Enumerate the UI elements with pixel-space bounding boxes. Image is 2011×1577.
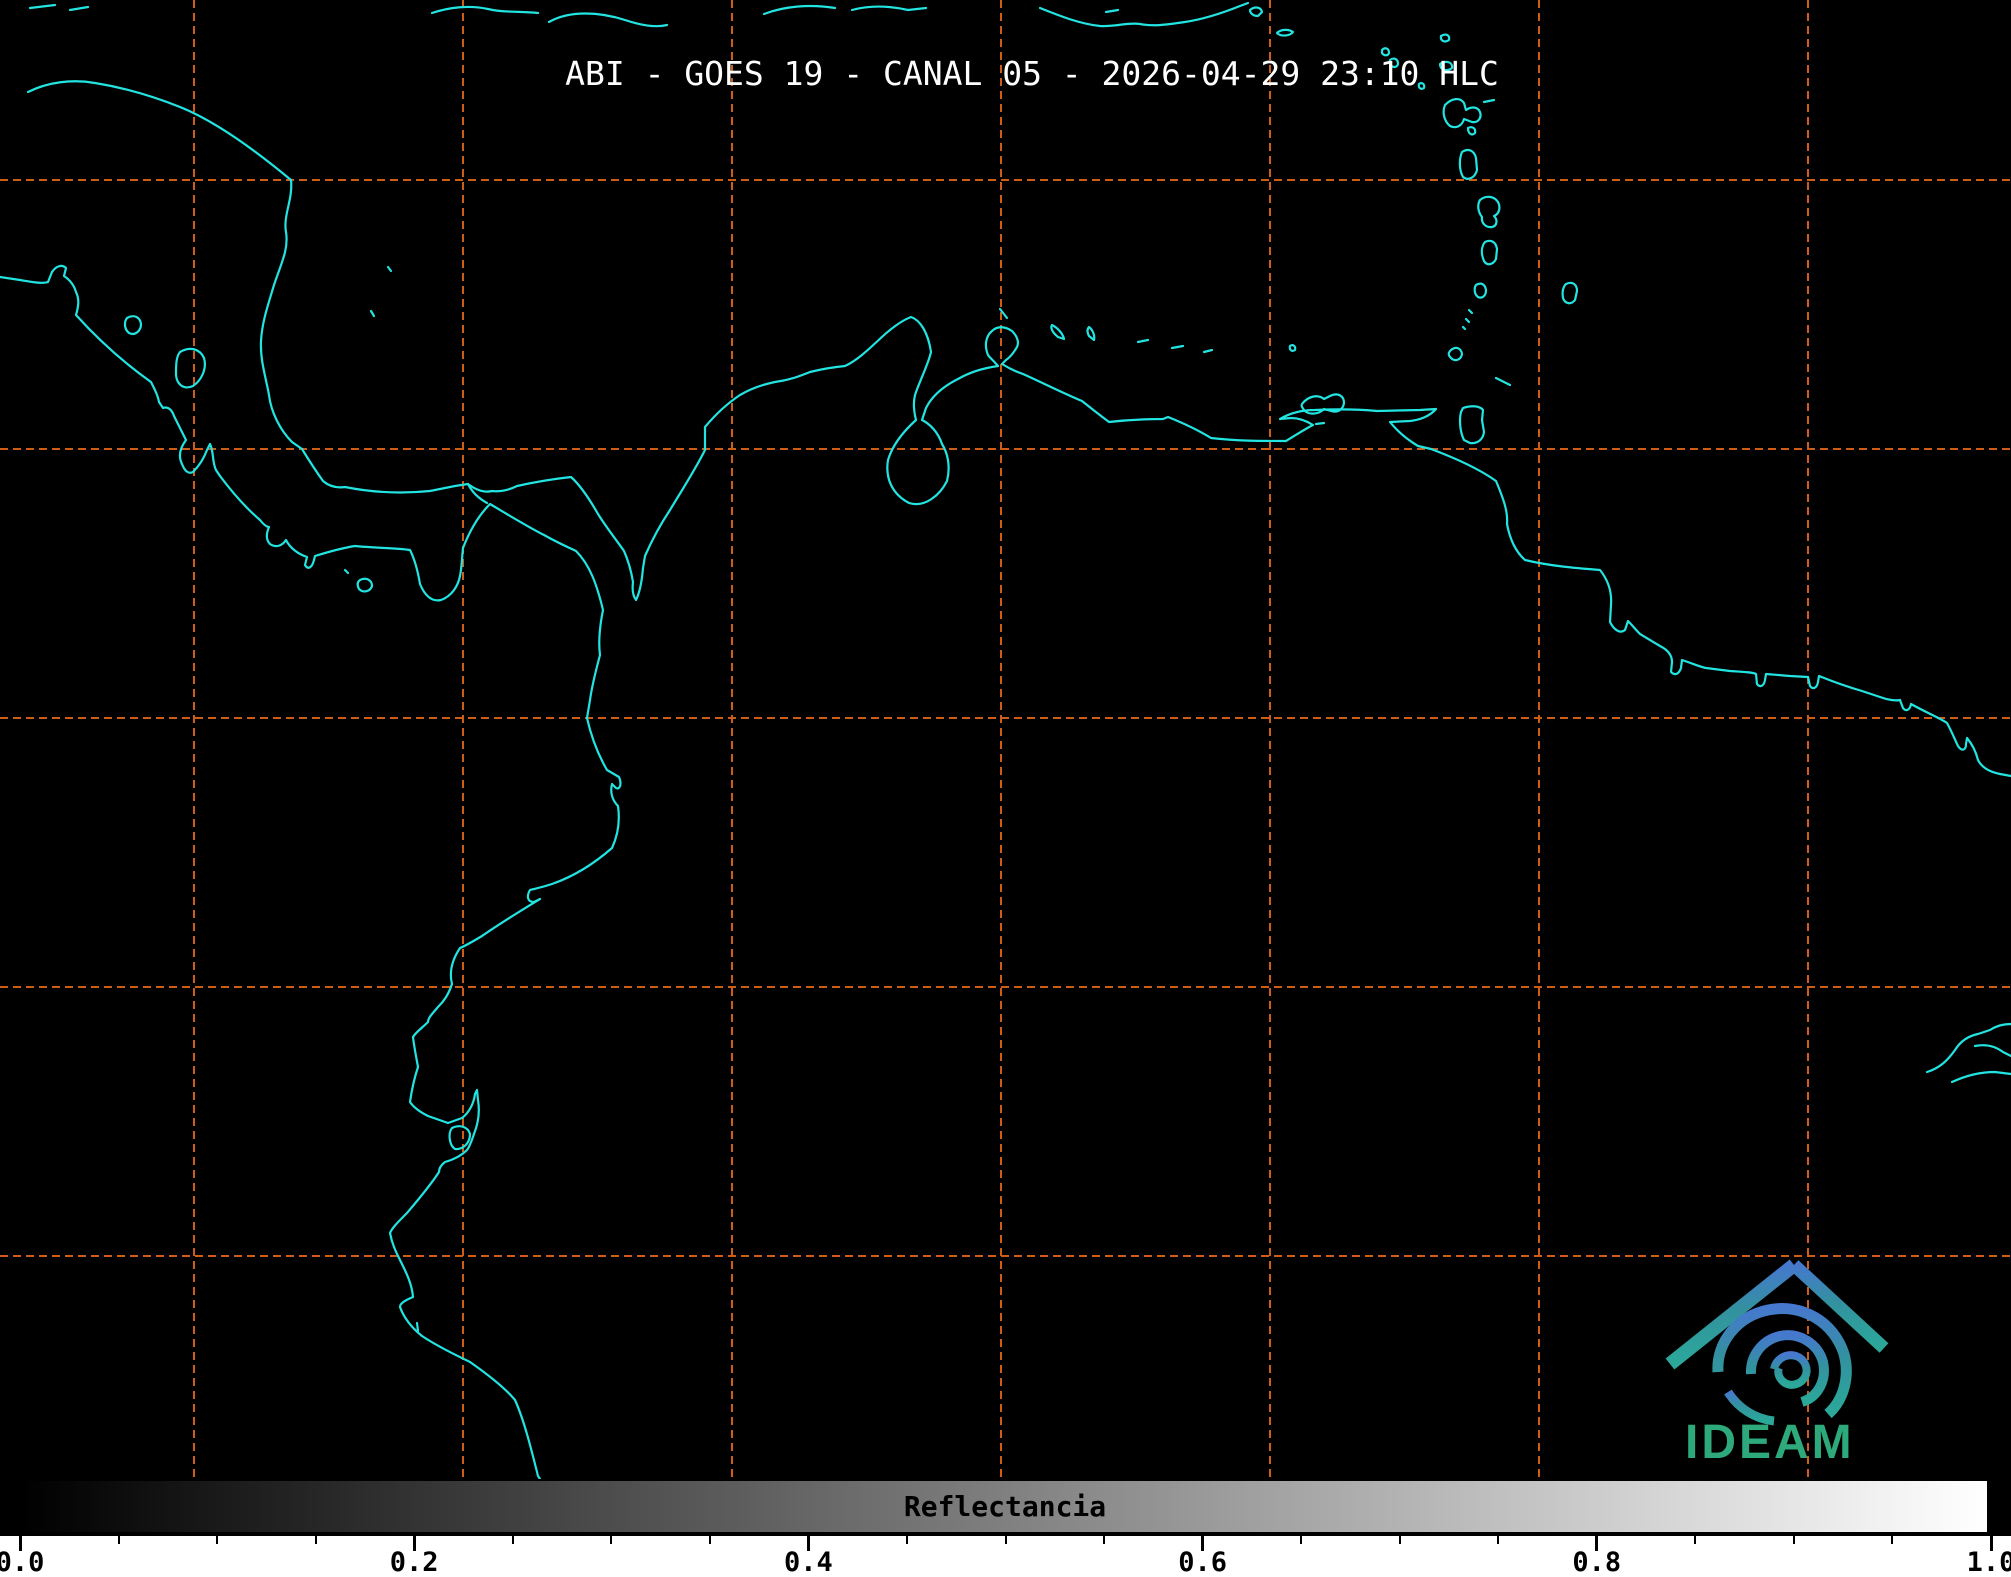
colorbar-tick-label: 0.8: [1572, 1547, 1621, 1577]
coastline-pacific: [0, 266, 620, 1479]
colorbar-minor-tick: [610, 1536, 612, 1544]
logo-swirl-middle: [1751, 1335, 1824, 1402]
island-marie-galante: [1468, 127, 1475, 134]
colorbar-minor-tick: [315, 1536, 317, 1544]
logo-mountain-left-stroke: [1670, 1265, 1794, 1364]
colorbar-label: Reflectancia: [904, 1490, 1106, 1523]
colorbar-minor-tick: [1793, 1536, 1795, 1544]
lake-managua: [125, 316, 141, 334]
island-providencia: [388, 267, 391, 271]
island-curacao: [1051, 325, 1064, 339]
colorbar-minor-tick: [1694, 1536, 1696, 1544]
lake-nicaragua: [176, 349, 205, 388]
coast-amazon-mouth: [1927, 1024, 2011, 1082]
islands-los-roques: [1138, 340, 1212, 352]
island-coiba: [345, 570, 372, 591]
island-st-lucia: [1482, 241, 1497, 264]
coast-hispaniola: [764, 6, 926, 14]
product-title: ABI - GOES 19 - CANAL 05 - 2026-04-29 23…: [565, 54, 1499, 93]
coast-puerto-rico: [1040, 3, 1248, 26]
island-trinidad: [1460, 406, 1484, 443]
ideam-logo-text: IDEAM: [1685, 1416, 1855, 1469]
island-martinique: [1478, 197, 1499, 227]
colorbar-minor-tick: [1891, 1536, 1893, 1544]
island-grenada: [1449, 348, 1462, 360]
colorbar-minor-tick: [512, 1536, 514, 1544]
island-aruba: [1000, 309, 1007, 318]
island-vieques: [1250, 8, 1262, 16]
colorbar-minor-tick: [906, 1536, 908, 1544]
colorbar-minor-tick: [216, 1536, 218, 1544]
coastline-caribbean-south-america: [28, 81, 2011, 776]
colorbar-tick-label: 0.0: [0, 1547, 44, 1577]
island-la-blanquilla: [1290, 345, 1295, 351]
islands-grenadines: [1463, 310, 1472, 329]
island-guadeloupe: [1444, 99, 1494, 127]
satellite-image-viewport: ABI - GOES 19 - CANAL 05 - 2026-04-29 23…: [0, 0, 2011, 1577]
colorbar-minor-tick: [1300, 1536, 1302, 1544]
colorbar-minor-tick: [1399, 1536, 1401, 1544]
ideam-logo: IDEAM: [1656, 1254, 1898, 1472]
colorbar-tick-label: 0.2: [390, 1547, 439, 1577]
colorbar-minor-tick: [1497, 1536, 1499, 1544]
island-st-croix: [1277, 30, 1293, 36]
colorbar-minor-tick: [118, 1536, 120, 1544]
coast-fragment-top-2: [432, 7, 538, 13]
island-dominica: [1460, 150, 1477, 179]
coast-fragment-top-1: [30, 5, 88, 10]
island-tobago: [1496, 378, 1510, 385]
island-san-andres: [371, 311, 374, 316]
ideam-logo-mark: [1670, 1265, 1884, 1421]
colorbar-tick-label: 0.4: [784, 1547, 833, 1577]
colorbar-minor-tick: [709, 1536, 711, 1544]
coastline-gulf-detail: [468, 484, 487, 503]
logo-swirl-eye: [1774, 1355, 1807, 1385]
islet-peru-coast: [417, 1323, 418, 1331]
island-barbados: [1563, 283, 1577, 303]
colorbar-tick-label: 0.6: [1178, 1547, 1227, 1577]
colorbar-tick-label: 1.0: [1967, 1547, 2011, 1577]
island-barbuda: [1441, 35, 1449, 42]
coast-jamaica: [549, 14, 667, 27]
colorbar-minor-tick: [1103, 1536, 1105, 1544]
island-puna: [450, 1126, 470, 1149]
island-bonaire: [1088, 327, 1095, 340]
colorbar-minor-tick: [1005, 1536, 1007, 1544]
island-st-vincent: [1475, 284, 1486, 298]
